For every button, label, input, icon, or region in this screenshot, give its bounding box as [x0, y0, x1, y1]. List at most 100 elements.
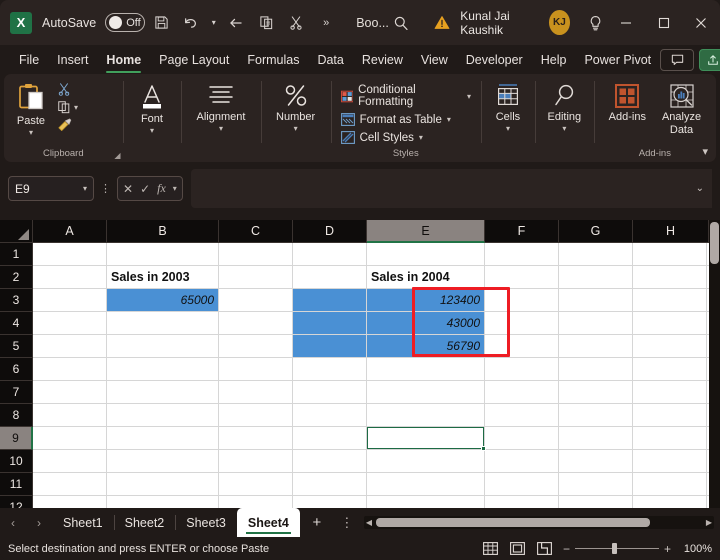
cell-b2[interactable]: Sales in 2003 — [107, 266, 218, 288]
comments-icon[interactable] — [660, 48, 695, 71]
column-header-g[interactable]: G — [559, 220, 633, 243]
paste-caret-icon[interactable]: ▾ — [29, 128, 33, 136]
alignment-caret-icon[interactable]: ▾ — [219, 124, 223, 132]
minimize-button[interactable] — [607, 0, 645, 45]
column-header-b[interactable]: B — [107, 220, 219, 243]
enter-formula-icon[interactable]: ✓ — [140, 182, 150, 196]
sheet-surface[interactable]: Sales in 2003 65000 Sales in 2004 123400… — [33, 243, 720, 508]
row-header-10[interactable]: 10 — [0, 450, 33, 473]
vertical-scrollbar-thumb[interactable] — [710, 222, 719, 264]
conditional-formatting-button[interactable]: Conditional Formatting ▾ — [337, 82, 475, 110]
previous-sheet-icon[interactable]: ‹ — [0, 508, 26, 537]
cell-e2[interactable]: Sales in 2004 — [367, 266, 484, 288]
font-button[interactable]: Font ▾ — [131, 81, 173, 136]
add-ins-button[interactable]: Add-ins — [604, 81, 651, 126]
tab-file[interactable]: File — [10, 49, 48, 71]
add-sheet-button[interactable]: + — [300, 508, 334, 537]
tab-insert[interactable]: Insert — [48, 49, 97, 71]
avatar[interactable]: KJ — [548, 10, 571, 35]
paste-button[interactable]: Paste ▾ — [10, 81, 52, 138]
sheet-tab-sheet4[interactable]: Sheet4 — [236, 508, 300, 537]
zoom-slider-knob[interactable] — [611, 543, 617, 554]
format-painter-button[interactable] — [54, 117, 81, 133]
column-header-a[interactable]: A — [33, 220, 107, 243]
copy-caret-icon[interactable]: ▾ — [74, 103, 78, 112]
zoom-in-button[interactable]: + — [664, 542, 671, 556]
back-arrow-icon[interactable] — [223, 10, 249, 36]
cell-styles-caret-icon[interactable]: ▾ — [419, 133, 423, 142]
undo-dropdown-icon[interactable]: ▾ — [208, 10, 219, 36]
tab-home[interactable]: Home — [97, 49, 150, 73]
tab-data[interactable]: Data — [308, 49, 352, 71]
cells-button[interactable]: Cells ▾ — [487, 81, 529, 134]
column-header-f[interactable]: F — [485, 220, 559, 243]
horizontal-scrollbar[interactable]: ◀ ▶ — [363, 516, 714, 529]
row-header-12[interactable]: 12 — [0, 496, 33, 508]
horizontal-scrollbar-thumb[interactable] — [376, 518, 650, 527]
tab-formulas[interactable]: Formulas — [238, 49, 308, 71]
cell-b3[interactable]: 65000 — [107, 289, 218, 311]
vertical-scrollbar[interactable] — [709, 220, 720, 508]
row-header-11[interactable]: 11 — [0, 473, 33, 496]
editing-caret-icon[interactable]: ▾ — [562, 124, 566, 132]
row-header-8[interactable]: 8 — [0, 404, 33, 427]
row-header-6[interactable]: 6 — [0, 358, 33, 381]
cell-styles-button[interactable]: Cell Styles ▾ — [337, 129, 427, 146]
row-header-3[interactable]: 3 — [0, 289, 33, 312]
cells-caret-icon[interactable]: ▾ — [506, 124, 510, 132]
save-icon[interactable] — [148, 10, 174, 36]
row-header-7[interactable]: 7 — [0, 381, 33, 404]
formula-input[interactable]: ⌄ — [190, 169, 712, 208]
number-button[interactable]: Number ▾ — [271, 81, 320, 134]
cell-d5[interactable] — [293, 335, 366, 357]
editing-button[interactable]: Editing ▾ — [543, 81, 587, 134]
format-as-table-caret-icon[interactable]: ▾ — [447, 115, 451, 124]
row-header-5[interactable]: 5 — [0, 335, 33, 358]
analyze-data-button[interactable]: Analyze Data — [657, 81, 706, 138]
row-header-1[interactable]: 1 — [0, 243, 33, 266]
tab-view[interactable]: View — [412, 49, 457, 71]
select-all-corner[interactable] — [0, 220, 33, 243]
active-cell-e9[interactable] — [367, 427, 486, 451]
expand-formula-bar-icon[interactable]: ⌄ — [696, 183, 704, 194]
scroll-right-icon[interactable]: ▶ — [706, 518, 712, 527]
scroll-left-icon[interactable]: ◀ — [366, 518, 372, 527]
sheet-tab-sheet2[interactable]: Sheet2 — [113, 508, 176, 537]
page-layout-view-icon[interactable] — [509, 541, 527, 556]
alignment-button[interactable]: Alignment ▾ — [192, 81, 251, 134]
row-header-4[interactable]: 4 — [0, 312, 33, 335]
row-header-9[interactable]: 9 — [0, 427, 33, 450]
search-icon[interactable] — [390, 10, 412, 36]
share-button[interactable]: ▾ — [699, 48, 720, 71]
column-header-c[interactable]: C — [219, 220, 293, 243]
page-break-view-icon[interactable] — [536, 541, 554, 556]
name-box-caret-icon[interactable]: ▾ — [83, 184, 87, 193]
format-as-table-button[interactable]: Format as Table ▾ — [337, 111, 455, 128]
copy-button[interactable]: ▾ — [54, 99, 81, 115]
tab-power-pivot[interactable]: Power Pivot — [575, 49, 660, 71]
sheet-tab-sheet1[interactable]: Sheet1 — [52, 508, 114, 537]
insert-function-icon[interactable]: fx — [157, 181, 166, 196]
clipboard-dialog-launcher-icon[interactable]: ◢ — [114, 151, 120, 160]
function-caret-icon[interactable]: ▾ — [173, 184, 177, 193]
maximize-button[interactable] — [645, 0, 683, 45]
name-box[interactable]: E9 ▾ — [8, 176, 94, 201]
horizontal-scrollbar-track[interactable] — [376, 518, 702, 527]
zoom-out-button[interactable]: − — [563, 542, 570, 556]
column-header-d[interactable]: D — [293, 220, 367, 243]
copy-icon[interactable] — [253, 10, 279, 36]
number-caret-icon[interactable]: ▾ — [294, 124, 298, 132]
normal-view-icon[interactable] — [482, 541, 500, 556]
tab-help[interactable]: Help — [532, 49, 576, 71]
cell-d4[interactable] — [293, 312, 366, 334]
next-sheet-icon[interactable]: › — [26, 508, 52, 537]
column-header-e[interactable]: E — [367, 220, 485, 243]
lightbulb-icon[interactable] — [584, 10, 606, 36]
close-button[interactable] — [682, 0, 720, 45]
autosave-toggle[interactable]: Off — [105, 13, 146, 32]
conditional-formatting-caret-icon[interactable]: ▾ — [467, 92, 471, 101]
fill-handle[interactable] — [481, 446, 486, 451]
more-commands-icon[interactable]: » — [313, 10, 339, 36]
column-header-h[interactable]: H — [633, 220, 709, 243]
sheet-tab-sheet3[interactable]: Sheet3 — [175, 508, 237, 537]
